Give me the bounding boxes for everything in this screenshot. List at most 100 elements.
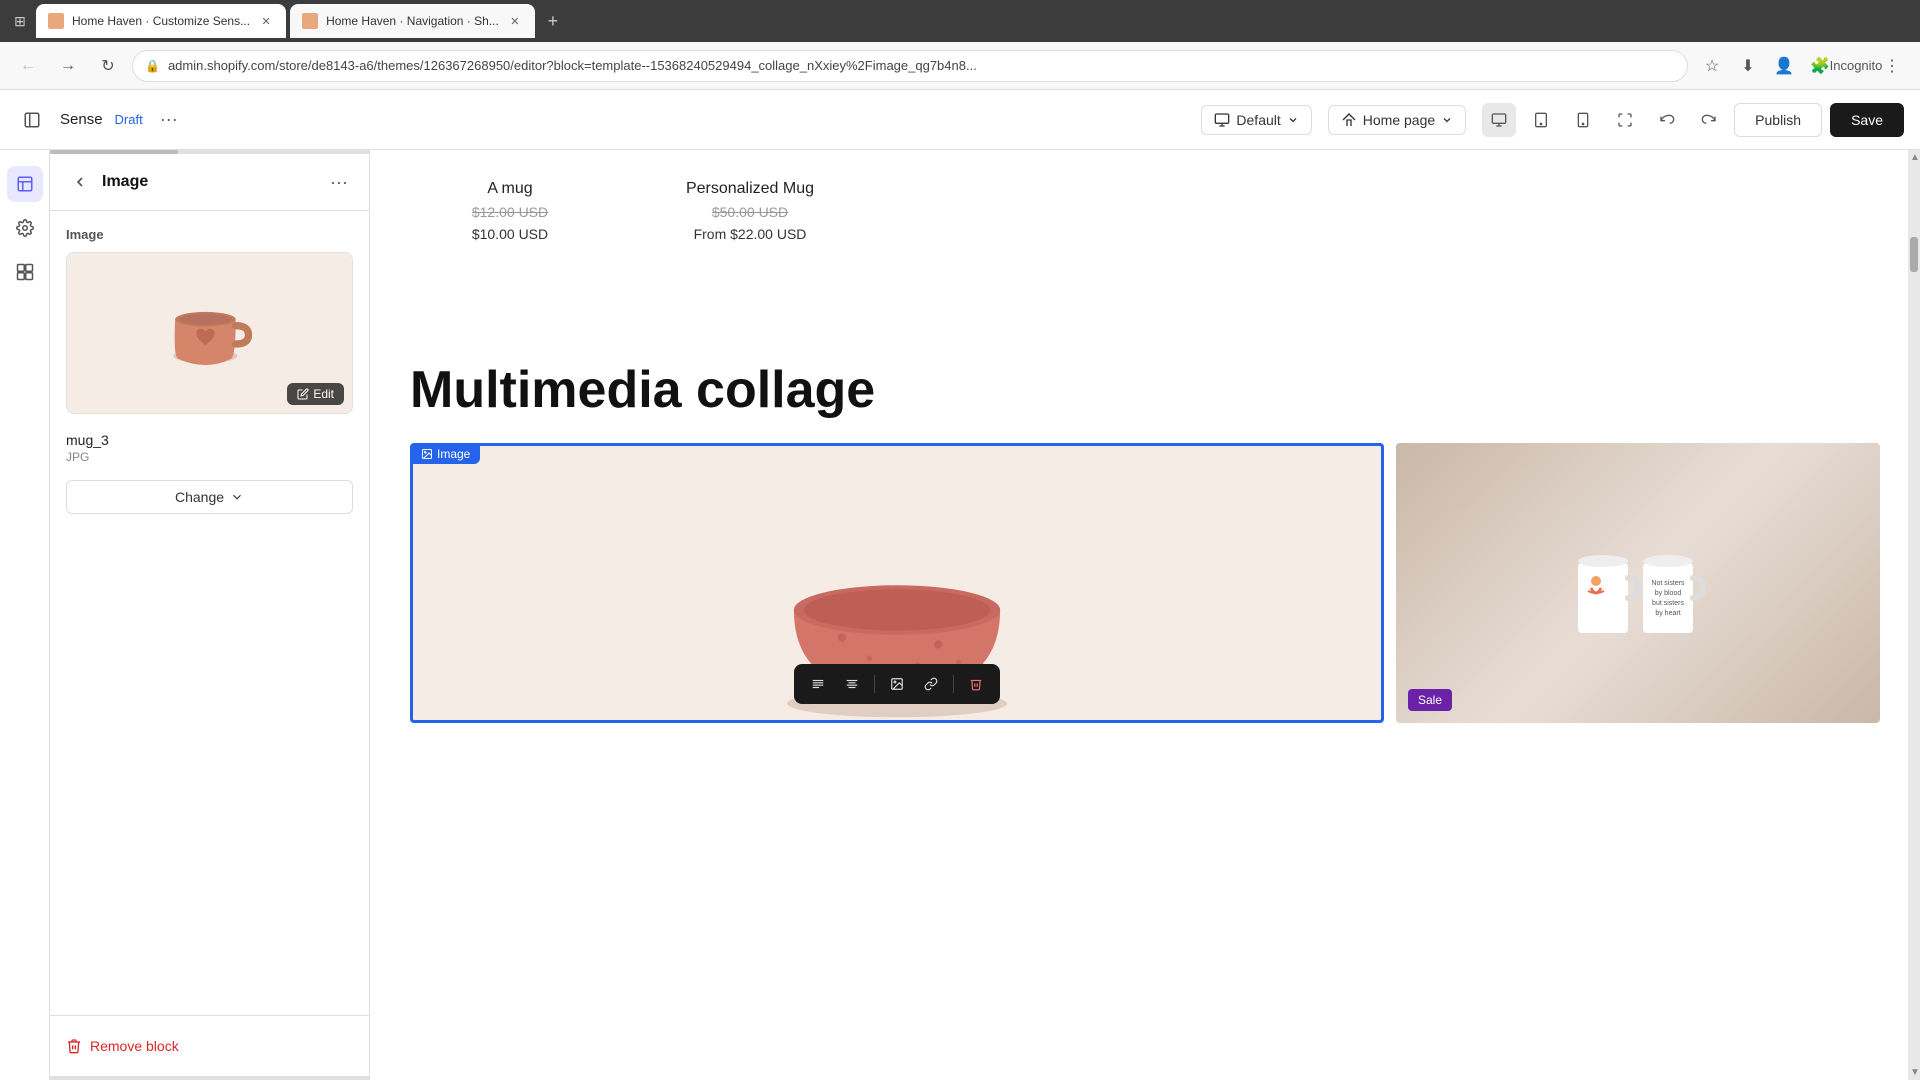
image-toolbar-button[interactable] — [883, 670, 911, 698]
panel-footer: Remove block — [50, 1015, 369, 1076]
image-icon — [890, 677, 904, 691]
browser-window: ⊞ Home Haven · Customize Sens... ✕ Home … — [0, 0, 1920, 1080]
publish-button[interactable]: Publish — [1734, 103, 1822, 137]
align-center-toolbar-button[interactable] — [838, 670, 866, 698]
bookmark-star-icon[interactable]: ☆ — [1696, 50, 1728, 82]
expand-icon — [1617, 112, 1633, 128]
product-card-1: A mug $12.00 USD $10.00 USD — [410, 180, 610, 242]
change-image-button[interactable]: Change — [66, 480, 353, 514]
page-label: Home page — [1363, 112, 1435, 128]
trash-icon — [66, 1038, 82, 1054]
image-label-tag: Image — [411, 444, 480, 464]
header-right: Publish Save — [1482, 103, 1904, 137]
mug-illustration — [155, 278, 265, 388]
tablet-view-button[interactable] — [1524, 103, 1558, 137]
mobile-view-button[interactable] — [1566, 103, 1600, 137]
new-tab-button[interactable]: + — [539, 7, 567, 35]
panel-options-button[interactable]: ··· — [325, 168, 353, 196]
scroll-down-arrow[interactable]: ▼ — [1908, 1065, 1920, 1080]
scroll-up-arrow[interactable]: ▲ — [1908, 150, 1920, 165]
panel-content: Image — [50, 211, 369, 629]
align-left-toolbar-button[interactable] — [804, 670, 832, 698]
incognito-icon[interactable]: Incognito — [1840, 50, 1872, 82]
redo-icon — [1701, 112, 1717, 128]
sections-icon — [16, 175, 34, 193]
tab-1-title: Home Haven · Customize Sens... — [72, 14, 250, 28]
header-more-button[interactable]: ··· — [155, 106, 183, 134]
page-selector[interactable]: Home page — [1328, 105, 1466, 135]
apps-icon-button[interactable] — [7, 254, 43, 290]
preview-scrollbar[interactable]: ▲ ▼ — [1908, 150, 1920, 1080]
expand-view-button[interactable] — [1608, 103, 1642, 137]
sidebar-icon-strip — [0, 150, 50, 1080]
browser-tab-2[interactable]: Home Haven · Navigation · Sh... ✕ — [290, 4, 535, 38]
profile-icon[interactable]: 👤 — [1768, 50, 1800, 82]
remove-block-button[interactable]: Remove block — [66, 1032, 353, 1060]
browser-tab-1[interactable]: Home Haven · Customize Sens... ✕ — [36, 4, 286, 38]
product-2-original-price: $50.00 USD — [712, 204, 788, 220]
pencil-icon — [297, 388, 309, 400]
header-left: Sense Draft ··· — [16, 104, 1185, 136]
panel-header: Image ··· — [50, 154, 369, 211]
product-1-original-price: $12.00 USD — [472, 204, 548, 220]
sections-icon-button[interactable] — [7, 166, 43, 202]
product-1-title: A mug — [487, 180, 532, 198]
scrollbar-thumb — [1910, 237, 1918, 272]
remove-block-label: Remove block — [90, 1038, 179, 1054]
edit-label: Edit — [313, 387, 334, 401]
undo-icon — [1659, 112, 1675, 128]
product-card-2: Personalized Mug $50.00 USD From $22.00 … — [650, 180, 850, 242]
align-center-icon — [845, 677, 859, 691]
section-spacer — [410, 282, 1880, 342]
chevron-down-icon — [1287, 114, 1299, 126]
sisters-mug-image: Not sisters by blood but sisters by hear… — [1396, 443, 1880, 723]
default-selector[interactable]: Default — [1201, 105, 1311, 135]
forward-button[interactable]: → — [52, 50, 84, 82]
tab-group-btn[interactable]: ⊞ — [8, 9, 32, 33]
scrollbar-track[interactable] — [1908, 165, 1920, 1065]
panel-scroll-top — [50, 150, 369, 154]
browser-tabs: ⊞ Home Haven · Customize Sens... ✕ Home … — [0, 0, 1920, 42]
collage-main-image[interactable]: Image — [410, 443, 1384, 723]
save-button[interactable]: Save — [1830, 103, 1904, 137]
undo-button[interactable] — [1650, 103, 1684, 137]
svg-text:by heart: by heart — [1655, 610, 1680, 617]
redo-button[interactable] — [1692, 103, 1726, 137]
toolbar-sep-1 — [874, 675, 875, 693]
page-chevron-down-icon — [1441, 114, 1453, 126]
collage-side-image[interactable]: Not sisters by blood but sisters by hear… — [1396, 443, 1880, 723]
back-arrow-icon — [72, 174, 88, 190]
monitor-icon — [1214, 112, 1230, 128]
lock-icon: 🔒 — [145, 59, 160, 73]
main-content: Image ··· Image — [0, 150, 1920, 1080]
header-center: Default Home page — [1201, 105, 1466, 135]
back-button[interactable]: ← — [12, 50, 44, 82]
apps-icon — [16, 263, 34, 281]
product-1-sale-price: $10.00 USD — [472, 226, 548, 242]
address-bar[interactable]: 🔒 admin.shopify.com/store/de8143-a6/them… — [132, 50, 1688, 82]
reload-button[interactable]: ↻ — [92, 50, 124, 82]
link-icon — [924, 677, 938, 691]
panel-back-button[interactable] — [66, 168, 94, 196]
sidebar-toggle-button[interactable] — [16, 104, 48, 136]
link-toolbar-button[interactable] — [917, 670, 945, 698]
draft-badge[interactable]: Draft — [115, 112, 143, 127]
tab-2-close[interactable]: ✕ — [507, 13, 523, 29]
settings-icon-button[interactable] — [7, 210, 43, 246]
collage-images: Image — [410, 443, 1880, 723]
edit-image-button[interactable]: Edit — [287, 383, 344, 405]
browser-nav-bar: ← → ↻ 🔒 admin.shopify.com/store/de8143-a… — [0, 42, 1920, 90]
download-icon[interactable]: ⬇ — [1732, 50, 1764, 82]
panel-spacer — [50, 629, 369, 1015]
desktop-view-button[interactable] — [1482, 103, 1516, 137]
browser-menu[interactable]: ⋮ — [1876, 50, 1908, 82]
image-meta: mug_3 JPG — [66, 424, 353, 472]
image-tag-label: Image — [437, 447, 470, 461]
tab-1-close[interactable]: ✕ — [258, 13, 274, 29]
left-panel: Image ··· Image — [50, 150, 370, 1080]
align-left-icon — [811, 677, 825, 691]
preview-area[interactable]: A mug $12.00 USD $10.00 USD Personalized… — [370, 150, 1920, 1080]
toolbar-sep-2 — [953, 675, 954, 693]
preview-content: A mug $12.00 USD $10.00 USD Personalized… — [370, 150, 1920, 1080]
delete-toolbar-button[interactable] — [962, 670, 990, 698]
